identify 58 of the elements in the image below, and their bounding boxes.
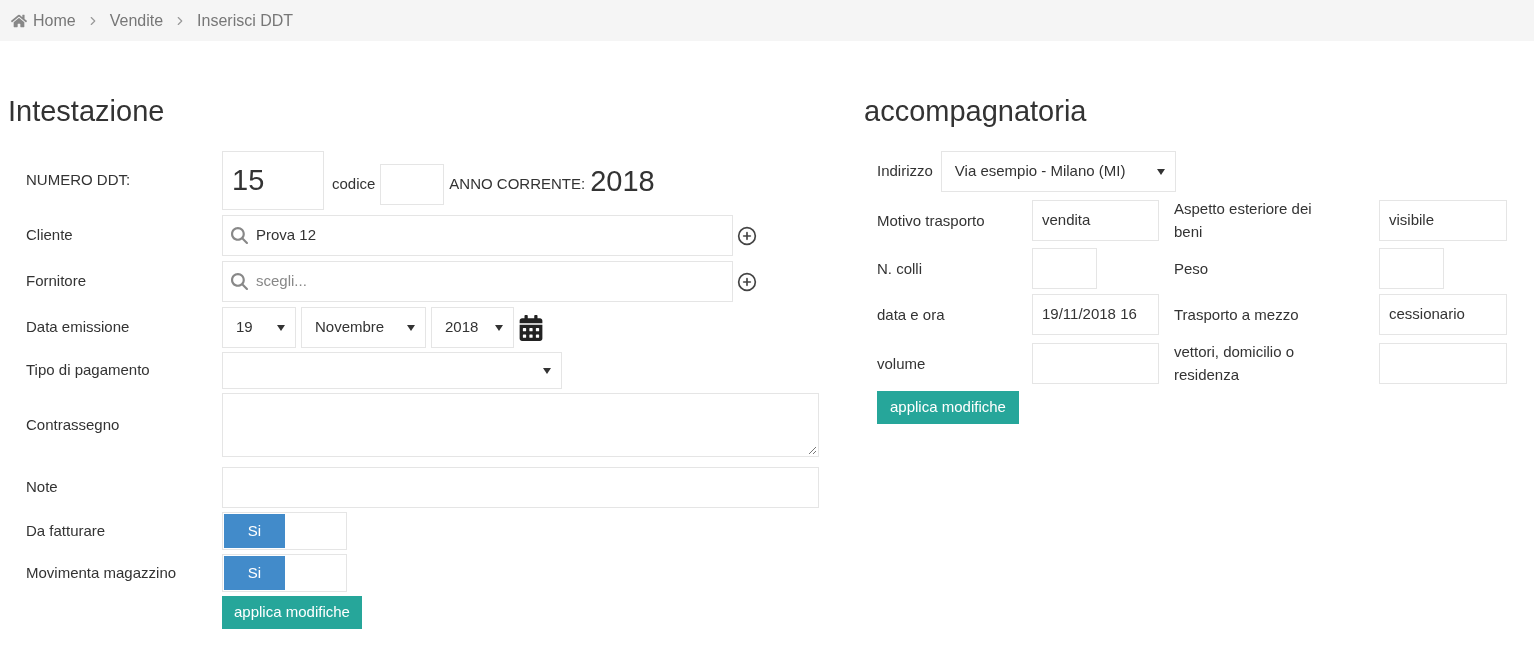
field-label: Note [26, 477, 58, 498]
toggle-switch[interactable]: Si [222, 554, 347, 592]
caret-icon [407, 324, 415, 331]
text-field[interactable]: visibile [1379, 199, 1507, 241]
text-field[interactable] [1032, 342, 1159, 384]
field-label: ANNO CORRENTE: [449, 174, 586, 195]
select-field[interactable]: 19 [222, 307, 296, 348]
field-label: volume [877, 353, 927, 374]
resize-handle-icon[interactable] [808, 446, 816, 454]
field-label: Trasporto a mezzo [1173, 305, 1300, 325]
caret-icon [495, 324, 503, 331]
add-icon[interactable] [737, 271, 757, 292]
text-field[interactable] [222, 467, 819, 508]
select-field[interactable]: 2018 [431, 307, 514, 348]
field-label: Movimenta magazzino [26, 562, 177, 583]
search-icon [231, 227, 248, 244]
field-label: vettori, domicilio o residenza [1173, 342, 1296, 385]
textarea-field[interactable] [222, 393, 819, 457]
section-title: accompagnatoria [864, 94, 1088, 129]
caret-icon [543, 367, 551, 374]
toggle-switch[interactable]: Si [222, 512, 347, 550]
add-icon[interactable] [737, 225, 757, 246]
search-icon [231, 273, 248, 290]
field-label: Aspetto esteriore dei beni [1173, 199, 1313, 242]
caret-icon [277, 324, 285, 331]
field-label: Da fatturare [26, 520, 106, 541]
text-field[interactable] [1032, 248, 1097, 289]
breadcrumb-link[interactable]: Home [33, 8, 76, 33]
section-title: Intestazione [8, 94, 166, 129]
text-field[interactable]: 19/11/2018 16 [1032, 294, 1159, 335]
home-icon [11, 12, 27, 29]
caret-icon [1156, 168, 1165, 175]
field-label: Data emissione [26, 317, 130, 338]
text-field[interactable] [1379, 342, 1507, 384]
field-label: NUMERO DDT: [25, 170, 132, 191]
code-field[interactable] [380, 164, 445, 205]
text-field[interactable]: vendita [1032, 199, 1159, 241]
text-field[interactable]: cessionario [1379, 294, 1507, 335]
search-field[interactable]: scegli... [222, 261, 733, 302]
field-label: codice [332, 174, 376, 195]
field-label: Indirizzo [877, 161, 933, 182]
text-field[interactable] [1379, 248, 1444, 289]
field-label: N. colli [877, 259, 923, 279]
select-field[interactable] [222, 352, 562, 389]
field-label: Fornitore [26, 271, 87, 292]
year-value: 2018 [590, 163, 655, 199]
select-field[interactable]: Via esempio - Milano (MI) [940, 151, 1176, 192]
field-label: Peso [1173, 259, 1210, 279]
field-label: data e ora [877, 305, 946, 325]
calendar-icon[interactable] [519, 314, 543, 341]
field-label: Cliente [26, 225, 73, 246]
number-field[interactable]: 15 [222, 151, 324, 210]
breadcrumb-link[interactable]: Vendite [109, 8, 164, 33]
select-field[interactable]: Novembre [301, 307, 426, 348]
field-label: Motivo trasporto [877, 210, 986, 231]
search-field[interactable]: Prova 12 [222, 215, 733, 256]
field-label: Tipo di pagamento [26, 360, 150, 381]
field-label: Contrassegno [26, 414, 120, 435]
